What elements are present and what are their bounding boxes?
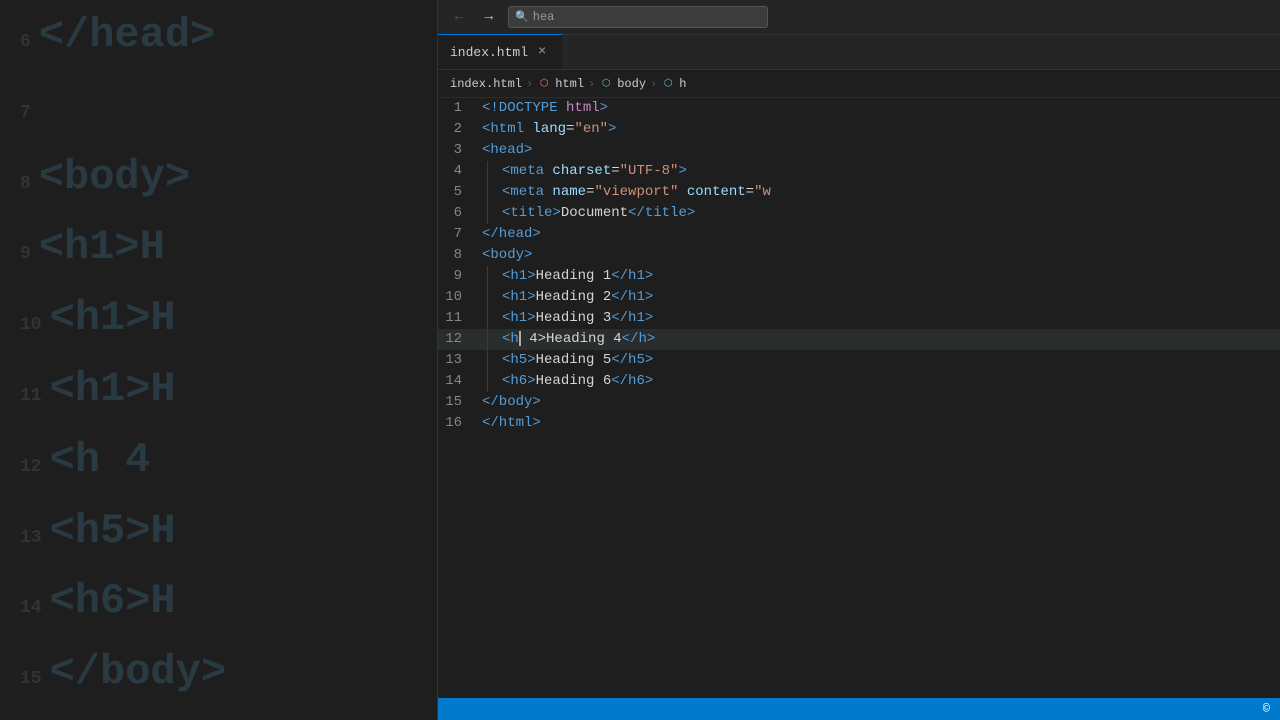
indent-bar-4 xyxy=(478,161,498,182)
status-bar: © xyxy=(438,698,1280,720)
line-num-1: 1 xyxy=(438,98,478,119)
code-line-16: 16 </html> xyxy=(438,413,1280,434)
tab-label: index.html xyxy=(450,45,528,60)
bg-overlay: 6</head> 7 8<body> 9<h1>H 10<h1>H 11<h1>… xyxy=(0,0,440,720)
line-content-4: <meta charset="UTF-8"> xyxy=(498,161,1280,182)
back-button[interactable]: ← xyxy=(448,6,470,28)
search-icon: 🔍 xyxy=(515,10,529,24)
code-line-11: 11 <h1>Heading 3</h1> xyxy=(438,308,1280,329)
breadcrumb-h-label: h xyxy=(679,77,686,91)
line-num-4: 4 xyxy=(438,161,478,182)
bg-line: 9<h1>H xyxy=(0,212,440,283)
line-content-1: <!DOCTYPE html> xyxy=(478,98,1280,119)
line-content-7: </head> xyxy=(478,224,1280,245)
line-num-9: 9 xyxy=(438,266,478,287)
code-line-5: 5 <meta name="viewport" content="w xyxy=(438,182,1280,203)
indent-bar-9 xyxy=(478,266,498,287)
indent-bar-6 xyxy=(478,203,498,224)
indent-bar-5 xyxy=(478,182,498,203)
code-line-4: 4 <meta charset="UTF-8"> xyxy=(438,161,1280,182)
line-num-12: 12 xyxy=(438,329,478,350)
line-num-6: 6 xyxy=(438,203,478,224)
line-content-14: <h6>Heading 6</h6> xyxy=(498,371,1280,392)
code-area[interactable]: 1 <!DOCTYPE html> 2 <html lang="en"> 3 <… xyxy=(438,98,1280,698)
code-line-7: 7 </head> xyxy=(438,224,1280,245)
line-num-15: 15 xyxy=(438,392,478,413)
line-content-5: <meta name="viewport" content="w xyxy=(498,182,1280,203)
bg-line: 6</head> xyxy=(0,0,440,71)
line-content-11: <h1>Heading 3</h1> xyxy=(498,308,1280,329)
tab-bar: index.html × xyxy=(438,35,1280,70)
breadcrumb-body[interactable]: ⬡ body xyxy=(599,77,646,91)
bg-line: 11<h1>H xyxy=(0,354,440,425)
code-line-14: 14 <h6>Heading 6</h6> xyxy=(438,371,1280,392)
breadcrumb-file-label: index.html xyxy=(450,77,522,91)
bg-line: 15</body> xyxy=(0,637,440,708)
html-icon: ⬡ xyxy=(537,77,551,91)
line-num-10: 10 xyxy=(438,287,478,308)
line-num-16: 16 xyxy=(438,413,478,434)
line-content-2: <html lang="en"> xyxy=(478,119,1280,140)
line-num-5: 5 xyxy=(438,182,478,203)
code-line-13: 13 <h5>Heading 5</h5> xyxy=(438,350,1280,371)
code-line-9: 9 <h1>Heading 1</h1> xyxy=(438,266,1280,287)
indent-bar-11 xyxy=(478,308,498,329)
editor-panel: ← → 🔍 hea index.html × index.html › ⬡ ht… xyxy=(437,0,1280,720)
code-line-8: 8 <body> xyxy=(438,245,1280,266)
h-icon: ⬡ xyxy=(661,77,675,91)
breadcrumb-sep-1: › xyxy=(526,77,533,91)
forward-button[interactable]: → xyxy=(478,6,500,28)
breadcrumb-sep-2: › xyxy=(588,77,595,91)
code-line-1: 1 <!DOCTYPE html> xyxy=(438,98,1280,119)
search-text: hea xyxy=(533,10,555,24)
line-num-2: 2 xyxy=(438,119,478,140)
bg-line: 16 xyxy=(0,708,440,720)
indent-bar-12 xyxy=(478,329,498,350)
search-bar[interactable]: 🔍 hea xyxy=(508,6,768,28)
line-content-13: <h5>Heading 5</h5> xyxy=(498,350,1280,371)
breadcrumb-sep-3: › xyxy=(650,77,657,91)
breadcrumb-file[interactable]: index.html xyxy=(450,77,522,91)
line-content-10: <h1>Heading 2</h1> xyxy=(498,287,1280,308)
tab-close-button[interactable]: × xyxy=(534,44,550,60)
body-icon: ⬡ xyxy=(599,77,613,91)
breadcrumb-html-label: html xyxy=(555,77,584,91)
bg-line: 7 xyxy=(0,71,440,142)
breadcrumb-body-label: body xyxy=(617,77,646,91)
line-content-6: <title>Document</title> xyxy=(498,203,1280,224)
line-num-11: 11 xyxy=(438,308,478,329)
status-right: © xyxy=(1263,702,1270,716)
code-line-6: 6 <title>Document</title> xyxy=(438,203,1280,224)
tab-index-html[interactable]: index.html × xyxy=(438,34,562,69)
code-line-12: 12 <h 4>Heading 4</h> xyxy=(438,329,1280,350)
bg-line: 12<h 4 xyxy=(0,425,440,496)
indent-bar-14 xyxy=(478,371,498,392)
line-content-9: <h1>Heading 1</h1> xyxy=(498,266,1280,287)
code-line-10: 10 <h1>Heading 2</h1> xyxy=(438,287,1280,308)
breadcrumb-html[interactable]: ⬡ html xyxy=(537,77,584,91)
indent-bar-10 xyxy=(478,287,498,308)
bg-line: 13<h5>H xyxy=(0,496,440,567)
line-content-8: <body> xyxy=(478,245,1280,266)
line-num-13: 13 xyxy=(438,350,478,371)
bg-line: 8<body> xyxy=(0,142,440,213)
bg-line: 14<h6>H xyxy=(0,566,440,637)
line-content-3: <head> xyxy=(478,140,1280,161)
code-line-15: 15 </body> xyxy=(438,392,1280,413)
bg-line: 10<h1>H xyxy=(0,283,440,354)
line-num-7: 7 xyxy=(438,224,478,245)
line-content-15: </body> xyxy=(478,392,1280,413)
indent-bar-13 xyxy=(478,350,498,371)
line-content-16: </html> xyxy=(478,413,1280,434)
line-num-3: 3 xyxy=(438,140,478,161)
line-content-12: <h 4>Heading 4</h> xyxy=(498,329,1280,350)
breadcrumb: index.html › ⬡ html › ⬡ body › ⬡ h xyxy=(438,70,1280,98)
top-bar: ← → 🔍 hea xyxy=(438,0,1280,35)
breadcrumb-h[interactable]: ⬡ h xyxy=(661,77,686,91)
code-line-2: 2 <html lang="en"> xyxy=(438,119,1280,140)
line-num-14: 14 xyxy=(438,371,478,392)
line-num-8: 8 xyxy=(438,245,478,266)
code-line-3: 3 <head> xyxy=(438,140,1280,161)
